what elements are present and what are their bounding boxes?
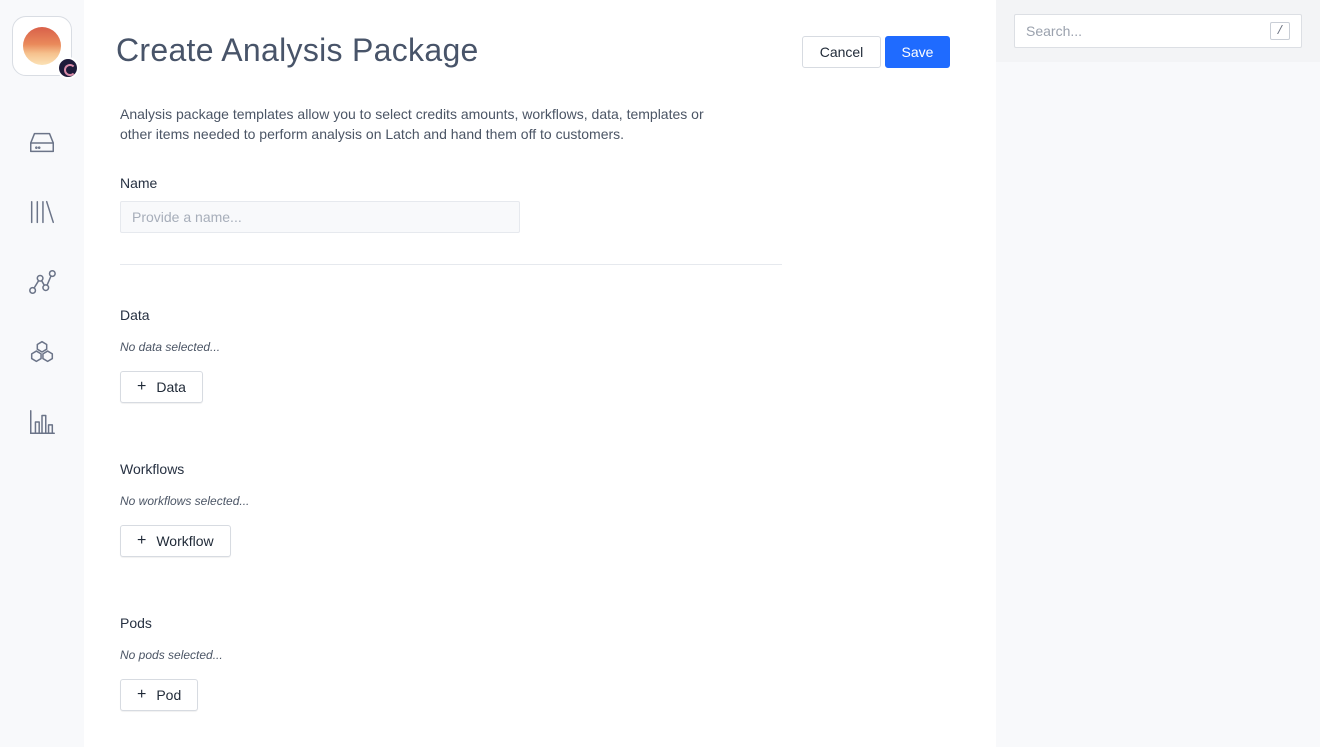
pods-empty-text: No pods selected... — [120, 648, 223, 662]
bar-chart-icon — [30, 410, 55, 434]
app-logo[interactable] — [12, 16, 79, 79]
sidebar — [0, 0, 84, 747]
workflow-graph-icon — [29, 270, 56, 294]
add-workflow-label: Workflow — [156, 533, 214, 549]
sidebar-item-workflows[interactable] — [26, 266, 58, 298]
search-shortcut-hint: / — [1270, 22, 1290, 40]
right-panel: / — [996, 0, 1320, 747]
add-data-button[interactable]: + Data — [120, 371, 203, 403]
data-section-label: Data — [120, 307, 150, 323]
name-input[interactable] — [120, 201, 520, 233]
sidebar-item-pods[interactable] — [26, 336, 58, 368]
pods-hexagon-icon — [30, 340, 54, 363]
add-pod-label: Pod — [156, 687, 182, 703]
save-button[interactable]: Save — [885, 36, 950, 68]
status-badge-icon — [57, 57, 79, 79]
sunset-logo-icon — [23, 27, 61, 65]
name-label: Name — [120, 175, 158, 191]
data-empty-text: No data selected... — [120, 340, 221, 354]
page-description: Analysis package templates allow you to … — [120, 106, 704, 142]
plus-icon: + — [137, 532, 147, 549]
sidebar-item-drive[interactable] — [26, 126, 58, 158]
workflows-empty-text: No workflows selected... — [120, 494, 250, 508]
pods-section-label: Pods — [120, 615, 152, 631]
section-divider — [120, 264, 782, 265]
library-icon — [30, 200, 54, 224]
plus-icon: + — [137, 686, 147, 703]
drive-icon — [30, 132, 54, 153]
search-input[interactable] — [1014, 14, 1302, 48]
sidebar-item-library[interactable] — [26, 196, 58, 228]
sidebar-item-analytics[interactable] — [26, 406, 58, 438]
cancel-button[interactable]: Cancel — [802, 36, 881, 68]
plus-icon: + — [137, 378, 147, 395]
add-data-label: Data — [156, 379, 186, 395]
add-workflow-button[interactable]: + Workflow — [120, 525, 231, 557]
add-pod-button[interactable]: + Pod — [120, 679, 199, 711]
page-title: Create Analysis Package — [116, 32, 479, 68]
main-content: Create Analysis Package Cancel Save Anal… — [84, 0, 996, 747]
workflows-section-label: Workflows — [120, 461, 185, 477]
search-bar: / — [996, 0, 1320, 62]
